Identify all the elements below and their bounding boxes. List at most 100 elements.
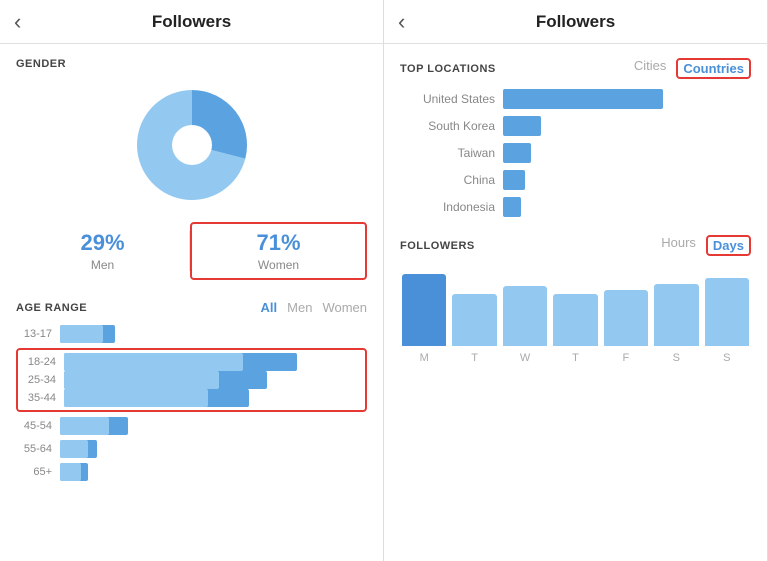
right-panel: ‹ Followers TOP LOCATIONS Cities Countri… bbox=[384, 0, 768, 561]
pie-center bbox=[172, 125, 212, 165]
age-bar-track bbox=[64, 389, 363, 407]
age-women-bar bbox=[64, 371, 219, 389]
day-label: M bbox=[402, 352, 446, 364]
left-panel: ‹ Followers GENDER bbox=[0, 0, 384, 561]
day-bar-wrap bbox=[452, 266, 496, 346]
locations-filter-cities[interactable]: Cities bbox=[634, 58, 667, 79]
age-bar-track bbox=[64, 371, 363, 389]
day-label: S bbox=[705, 352, 749, 364]
age-row: 25-34 bbox=[20, 371, 363, 389]
locations-filter-tabs: Cities Countries bbox=[634, 58, 751, 79]
right-content: TOP LOCATIONS Cities Countries United St… bbox=[384, 44, 767, 561]
locations-header-row: TOP LOCATIONS Cities Countries bbox=[400, 58, 751, 79]
location-row: United States bbox=[400, 89, 751, 109]
gender-section-label: GENDER bbox=[16, 58, 367, 70]
day-label: S bbox=[654, 352, 698, 364]
men-label: Men bbox=[26, 258, 179, 272]
day-bar bbox=[705, 278, 749, 346]
age-bar-track bbox=[64, 353, 363, 371]
location-row: Taiwan bbox=[400, 143, 751, 163]
right-back-button[interactable]: ‹ bbox=[398, 11, 405, 33]
age-row: 13-17 bbox=[16, 325, 367, 343]
pie-chart-container bbox=[16, 80, 367, 210]
age-range-section: AGE RANGE All Men Women 13-17 18-24 25-34 3… bbox=[16, 300, 367, 481]
age-filter-all[interactable]: All bbox=[261, 300, 278, 315]
age-row-label: 45-54 bbox=[16, 420, 52, 432]
left-header: ‹ Followers bbox=[0, 0, 383, 44]
age-row-label: 65+ bbox=[16, 466, 52, 478]
followers-header-row: FOLLOWERS Hours Days bbox=[400, 235, 751, 256]
locations-filter-countries[interactable]: Countries bbox=[676, 58, 751, 79]
day-label: W bbox=[503, 352, 547, 364]
day-labels: MTWTFSS bbox=[400, 352, 751, 364]
age-row: 45-54 bbox=[16, 417, 367, 435]
day-label: F bbox=[604, 352, 648, 364]
right-header: ‹ Followers bbox=[384, 0, 767, 44]
age-bar-track bbox=[60, 325, 367, 343]
gender-section: GENDER bbox=[16, 58, 367, 280]
age-bar-track bbox=[60, 417, 367, 435]
age-filter-tabs: All Men Women bbox=[261, 300, 367, 315]
day-bar bbox=[452, 294, 496, 346]
age-women-bar bbox=[60, 417, 109, 435]
day-bar bbox=[553, 294, 597, 346]
day-bar-wrap bbox=[654, 266, 698, 346]
location-row: South Korea bbox=[400, 116, 751, 136]
location-bar bbox=[503, 116, 541, 136]
right-header-title: Followers bbox=[536, 12, 615, 32]
age-row: 35-44 bbox=[20, 389, 363, 407]
age-women-bar bbox=[60, 325, 103, 343]
women-label: Women bbox=[202, 258, 355, 272]
location-row: China bbox=[400, 170, 751, 190]
left-back-button[interactable]: ‹ bbox=[14, 11, 21, 33]
age-row-label: 13-17 bbox=[16, 328, 52, 340]
age-women-bar bbox=[64, 353, 243, 371]
age-header-row: AGE RANGE All Men Women bbox=[16, 300, 367, 315]
men-stat: 29% Men bbox=[16, 224, 189, 278]
followers-section: FOLLOWERS Hours Days MTWTFSS bbox=[400, 235, 751, 364]
location-label: China bbox=[400, 173, 495, 187]
age-bars: 13-17 18-24 25-34 35-44 45-54 55-64 65+ bbox=[16, 325, 367, 481]
followers-filter-hours[interactable]: Hours bbox=[661, 235, 696, 256]
men-value: 29% bbox=[26, 230, 179, 256]
age-row-label: 55-64 bbox=[16, 443, 52, 455]
age-row: 65+ bbox=[16, 463, 367, 481]
age-women-bar bbox=[60, 463, 81, 481]
age-bar-track bbox=[60, 440, 367, 458]
location-label: South Korea bbox=[400, 119, 495, 133]
day-bar-wrap bbox=[503, 266, 547, 346]
day-bar-wrap bbox=[604, 266, 648, 346]
top-locations-section: TOP LOCATIONS Cities Countries United St… bbox=[400, 58, 751, 217]
left-content: GENDER bbox=[0, 44, 383, 561]
location-bar bbox=[503, 197, 521, 217]
age-row-label: 18-24 bbox=[20, 356, 56, 368]
age-section-label: AGE RANGE bbox=[16, 302, 261, 314]
location-row: Indonesia bbox=[400, 197, 751, 217]
age-row: 55-64 bbox=[16, 440, 367, 458]
day-bars-container bbox=[400, 266, 751, 346]
age-row-label: 35-44 bbox=[20, 392, 56, 404]
age-filter-men[interactable]: Men bbox=[287, 300, 312, 315]
age-row: 18-24 bbox=[20, 353, 363, 371]
day-bar-wrap bbox=[553, 266, 597, 346]
followers-filter-days[interactable]: Days bbox=[706, 235, 751, 256]
followers-filter-tabs: Hours Days bbox=[661, 235, 751, 256]
location-label: Indonesia bbox=[400, 200, 495, 214]
day-bar-wrap bbox=[705, 266, 749, 346]
day-label: T bbox=[452, 352, 496, 364]
women-value: 71% bbox=[202, 230, 355, 256]
day-bar bbox=[654, 284, 698, 346]
locations-section-label: TOP LOCATIONS bbox=[400, 63, 634, 75]
gender-pie-chart bbox=[127, 80, 257, 210]
left-header-title: Followers bbox=[152, 12, 231, 32]
day-bar-wrap bbox=[402, 266, 446, 346]
followers-section-label: FOLLOWERS bbox=[400, 240, 661, 252]
age-bar-track bbox=[60, 463, 367, 481]
day-bar bbox=[604, 290, 648, 346]
age-filter-women[interactable]: Women bbox=[322, 300, 367, 315]
age-women-bar bbox=[64, 389, 208, 407]
age-women-bar bbox=[60, 440, 88, 458]
location-bar bbox=[503, 170, 525, 190]
day-bar bbox=[402, 274, 446, 346]
day-bar bbox=[503, 286, 547, 346]
